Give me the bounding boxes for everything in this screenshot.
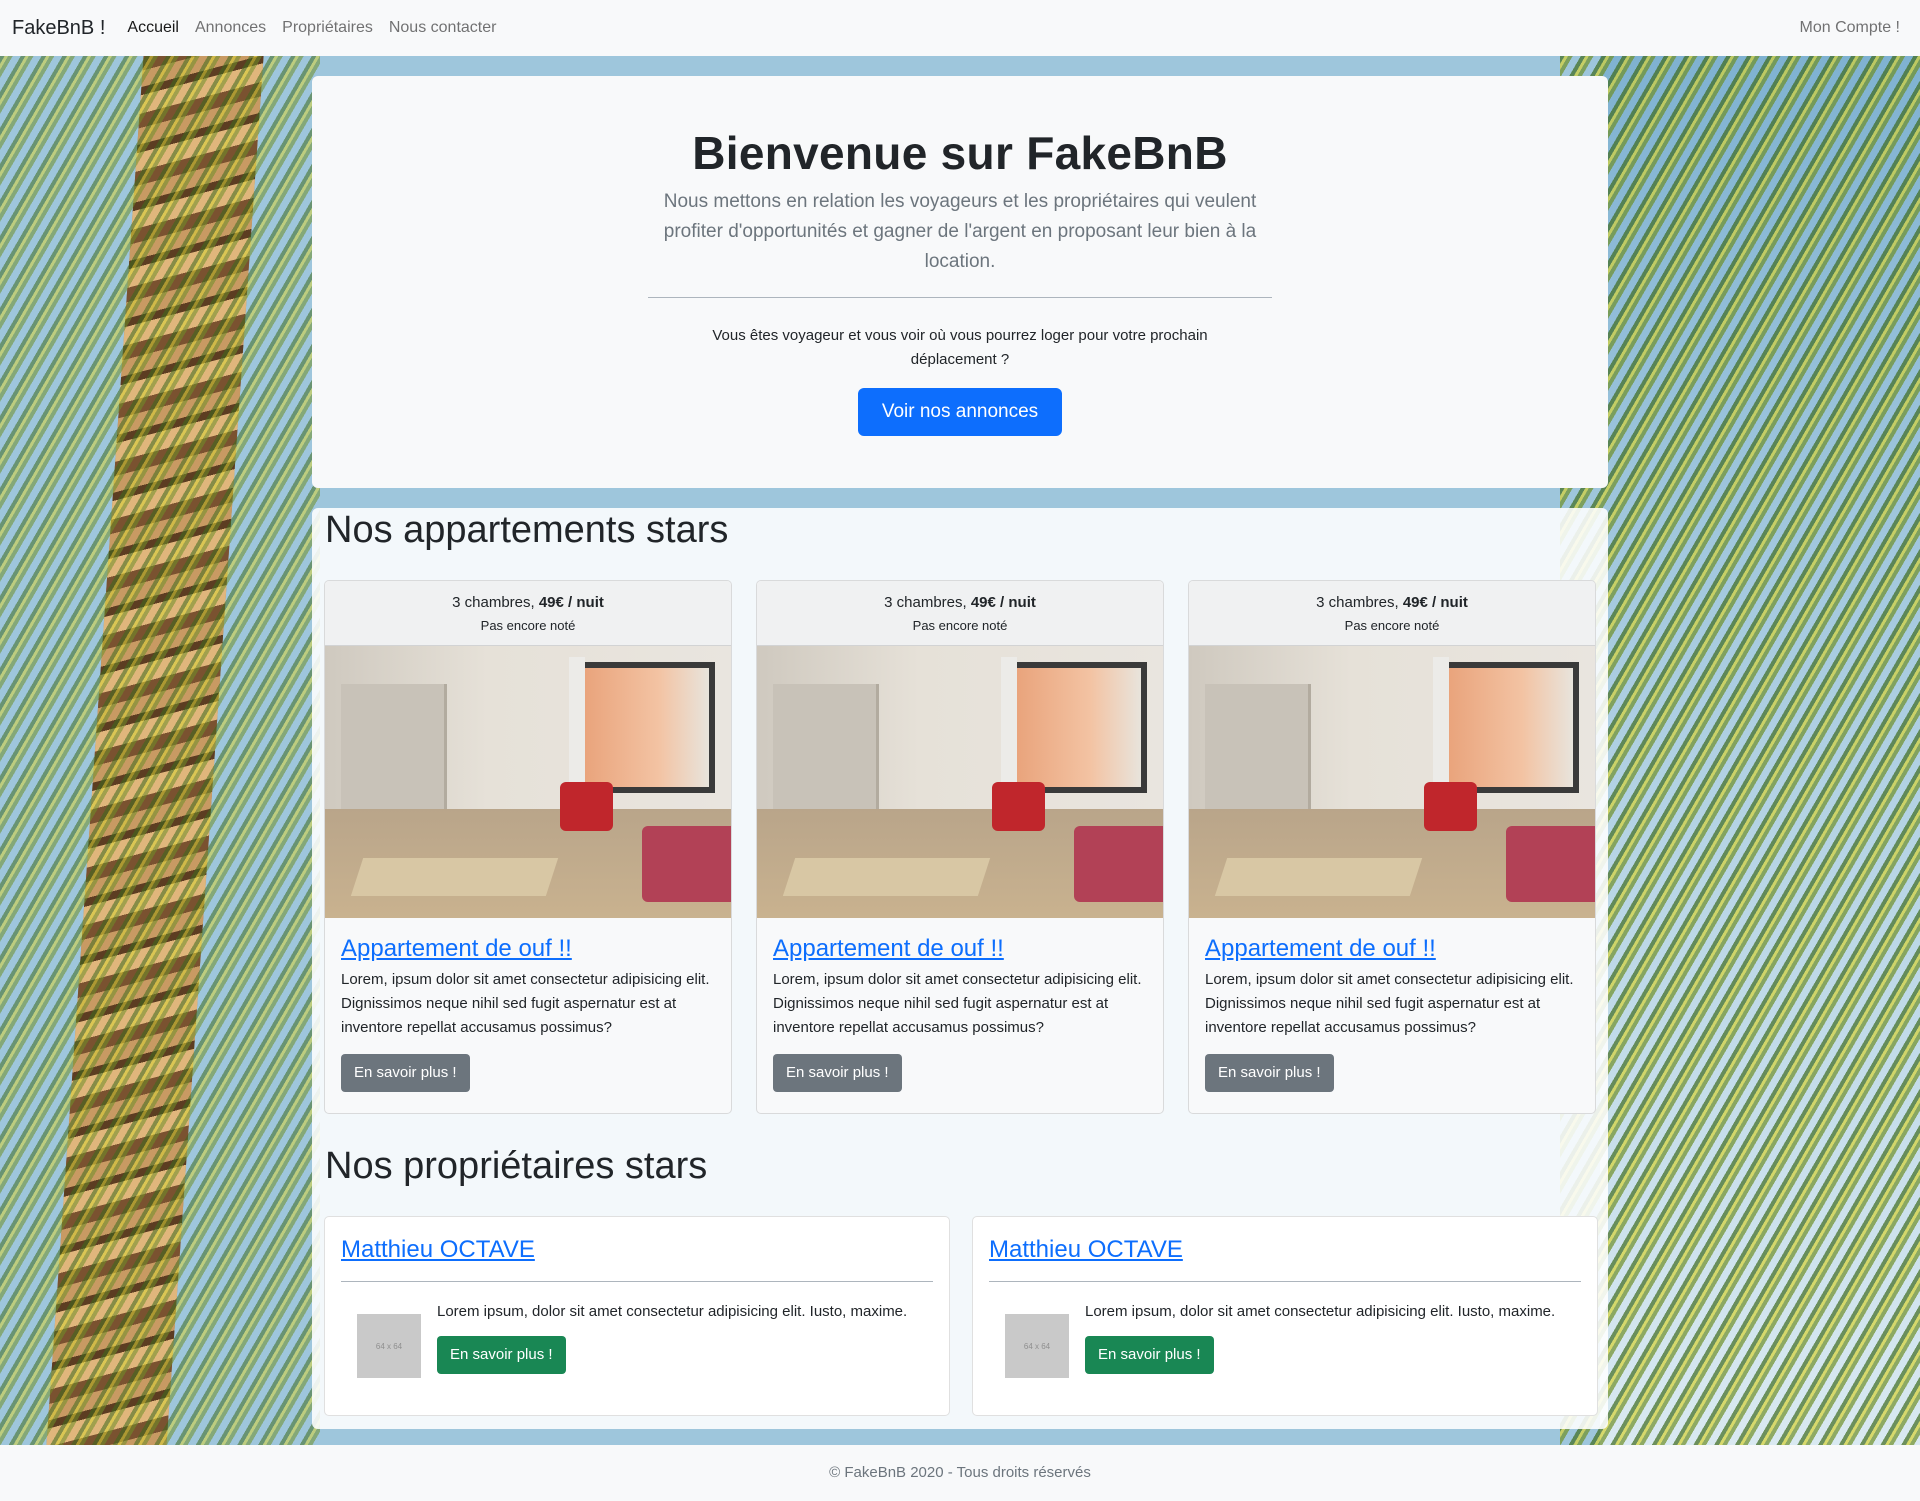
apartment-description: Lorem, ipsum dolor sit amet consectetur … <box>773 971 1142 1036</box>
apartment-rooms: 3 chambres, <box>452 594 535 611</box>
owner-name-link[interactable]: Matthieu OCTAVE <box>989 1233 1581 1267</box>
nav-link-accueil[interactable]: Accueil <box>127 19 179 37</box>
apartment-card: 3 chambres, 49€ / nuit Pas encore noté A… <box>1188 580 1596 1114</box>
apartment-price: 49€ / nuit <box>538 594 604 611</box>
owner-more-button[interactable]: En savoir plus ! <box>1085 1336 1214 1374</box>
owner-card: Matthieu OCTAVE 64 x 64 Lorem ipsum, dol… <box>324 1216 950 1416</box>
apartment-card: 3 chambres, 49€ / nuit Pas encore noté A… <box>756 580 1164 1114</box>
apartment-price: 49€ / nuit <box>970 594 1036 611</box>
nav-link-contact[interactable]: Nous contacter <box>389 19 497 37</box>
owner-name-link[interactable]: Matthieu OCTAVE <box>341 1233 933 1267</box>
apartment-rooms: 3 chambres, <box>884 594 967 611</box>
brand-logo[interactable]: FakeBnB ! <box>12 17 105 40</box>
account-link[interactable]: Mon Compte ! <box>1800 19 1900 37</box>
voir-annonces-button[interactable]: Voir nos annonces <box>857 388 1063 437</box>
apartment-photo <box>1189 646 1595 918</box>
apartment-title-link[interactable]: Appartement de ouf !! <box>773 934 1147 964</box>
owner-card: Matthieu OCTAVE 64 x 64 Lorem ipsum, dol… <box>972 1216 1598 1416</box>
background-palm-fronds-right <box>1560 56 1920 1445</box>
apartment-rating: Pas encore noté <box>1344 618 1440 633</box>
owner-divider <box>989 1281 1581 1282</box>
top-navbar: FakeBnB ! Accueil Annonces Propriétaires… <box>0 0 1920 56</box>
apartment-rooms-price: 3 chambres, 49€ / nuit <box>1189 592 1595 614</box>
apartment-card-header: 3 chambres, 49€ / nuit Pas encore noté <box>757 581 1163 646</box>
apartment-title-link[interactable]: Appartement de ouf !! <box>341 934 715 964</box>
apartment-rating: Pas encore noté <box>480 618 576 633</box>
apartment-more-button[interactable]: En savoir plus ! <box>1205 1054 1334 1092</box>
apartment-card: 3 chambres, 49€ / nuit Pas encore noté A… <box>324 580 732 1114</box>
apartment-description: Lorem, ipsum dolor sit amet consectetur … <box>341 971 710 1036</box>
apartment-price: 49€ / nuit <box>1402 594 1468 611</box>
apartment-more-button[interactable]: En savoir plus ! <box>773 1054 902 1092</box>
hero-divider <box>648 297 1272 299</box>
apartment-title-link[interactable]: Appartement de ouf !! <box>1205 934 1579 964</box>
owner-more-button[interactable]: En savoir plus ! <box>437 1336 566 1374</box>
owner-avatar-placeholder: 64 x 64 <box>1005 1314 1069 1378</box>
apartments-section-title: Nos appartements stars <box>325 509 729 551</box>
owners-section-title: Nos propriétaires stars <box>325 1145 708 1187</box>
apartment-photo <box>757 646 1163 918</box>
apartment-card-header: 3 chambres, 49€ / nuit Pas encore noté <box>1189 581 1595 646</box>
hero-jumbotron: Bienvenue sur FakeBnB Nous mettons en re… <box>312 76 1608 488</box>
content-panel: Nos appartements stars 3 chambres, 49€ /… <box>312 508 1608 1429</box>
background-palm-fronds-left <box>0 56 320 1445</box>
owner-divider <box>341 1281 933 1282</box>
owner-avatar-placeholder: 64 x 64 <box>357 1314 421 1378</box>
apartment-card-header: 3 chambres, 49€ / nuit Pas encore noté <box>325 581 731 646</box>
hero-subtext: Vous êtes voyageur et vous voir où vous … <box>712 327 1208 369</box>
owner-description: Lorem ipsum, dolor sit amet consectetur … <box>437 1303 908 1320</box>
apartment-more-button[interactable]: En savoir plus ! <box>341 1054 470 1092</box>
apartment-rating: Pas encore noté <box>912 618 1008 633</box>
apartment-photo <box>325 646 731 918</box>
nav-link-annonces[interactable]: Annonces <box>195 19 266 37</box>
apartment-rooms: 3 chambres, <box>1316 594 1399 611</box>
owner-description: Lorem ipsum, dolor sit amet consectetur … <box>1085 1303 1556 1320</box>
apartment-rooms-price: 3 chambres, 49€ / nuit <box>757 592 1163 614</box>
hero-title: Bienvenue sur FakeBnB <box>692 127 1228 179</box>
nav-link-proprietaires[interactable]: Propriétaires <box>282 19 373 37</box>
apartment-description: Lorem, ipsum dolor sit amet consectetur … <box>1205 971 1574 1036</box>
apartment-rooms-price: 3 chambres, 49€ / nuit <box>325 592 731 614</box>
hero-lead: Nous mettons en relation les voyageurs e… <box>663 191 1257 273</box>
page-footer: © FakeBnB 2020 - Tous droits réservés <box>0 1445 1920 1501</box>
